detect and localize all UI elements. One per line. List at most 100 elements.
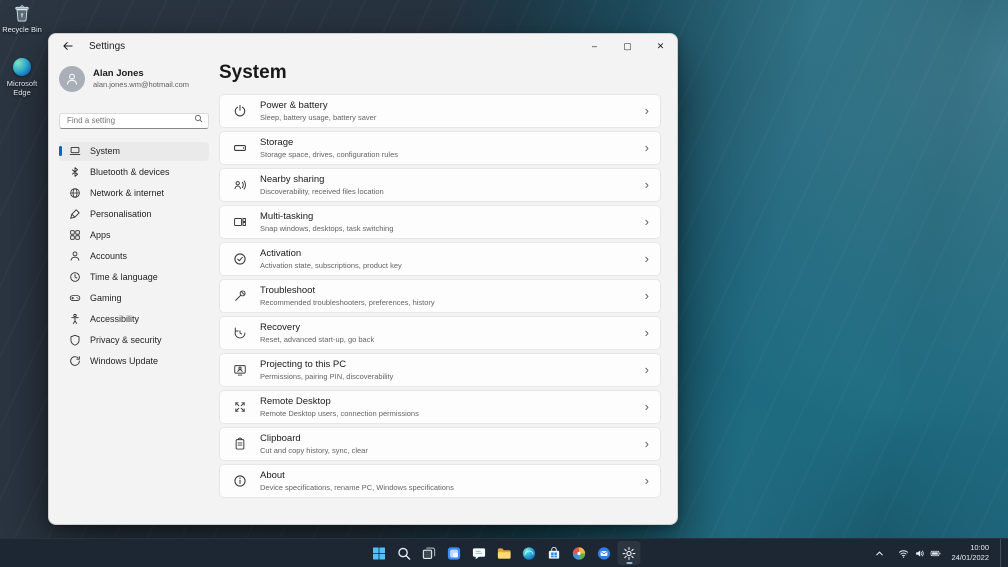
sidebar-item-label: Gaming <box>90 293 122 303</box>
card-title: Recovery <box>260 322 301 334</box>
settings-card-storage[interactable]: Storage Storage space, drives, configurat… <box>219 131 661 165</box>
card-title: Troubleshoot <box>260 285 316 297</box>
taskbar-edge-button[interactable] <box>518 541 541 565</box>
desktop-icon-recycle-bin[interactable]: Recycle Bin <box>0 3 44 34</box>
accounts-icon <box>69 250 81 262</box>
tray-status-button[interactable] <box>895 546 944 561</box>
taskbar-store-button[interactable] <box>543 541 566 565</box>
card-title: Remote Desktop <box>260 396 331 408</box>
taskbar-photos-button[interactable] <box>568 541 591 565</box>
taskbar-file-explorer-button[interactable] <box>493 541 516 565</box>
tray-date: 24/01/2022 <box>951 553 989 562</box>
sidebar-item-windows-update[interactable]: Windows Update <box>59 352 209 371</box>
about-icon <box>233 474 247 488</box>
back-button[interactable] <box>62 39 76 53</box>
settings-card-clipboard[interactable]: Clipboard Cut and copy history, sync, cle… <box>219 427 661 461</box>
show-desktop-button[interactable] <box>1000 539 1004 567</box>
card-title: About <box>260 470 285 482</box>
bluetooth-icon <box>69 166 81 178</box>
settings-card-projecting-to-this-pc[interactable]: Projecting to this PC Permissions, pairin… <box>219 353 661 387</box>
card-title: Activation <box>260 248 302 260</box>
card-title: Multi-tasking <box>260 211 314 223</box>
settings-card-list: Power & battery Sleep, battery usage, bat… <box>219 94 661 498</box>
sidebar-item-label: System <box>90 146 121 156</box>
settings-main: System Power & battery Sleep, battery usa… <box>217 58 677 524</box>
settings-card-multi-tasking[interactable]: Multi-tasking Snap windows, desktops, tas… <box>219 205 661 239</box>
chat-icon <box>472 546 487 561</box>
chevron-right-icon: › <box>644 361 649 377</box>
settings-card-activation[interactable]: Activation Activation state, subscription… <box>219 242 661 276</box>
sidebar-item-personalisation[interactable]: Personalisation <box>59 205 209 224</box>
taskbar-start-button[interactable] <box>368 541 391 565</box>
sidebar-item-accounts[interactable]: Accounts <box>59 247 209 266</box>
maximize-button[interactable]: ▢ <box>611 34 644 58</box>
sidebar-item-label: Network & internet <box>90 188 165 198</box>
volume-icon <box>914 548 925 559</box>
clipboard-icon <box>233 437 247 451</box>
taskbar-widgets-button[interactable] <box>443 541 466 565</box>
settings-card-recovery[interactable]: Recovery Reset, advanced start-up, go bac… <box>219 316 661 350</box>
settings-card-remote-desktop[interactable]: Remote Desktop Remote Desktop users, conn… <box>219 390 661 424</box>
card-subtitle: Discoverability, received files location <box>260 186 384 196</box>
sidebar-item-label: Bluetooth & devices <box>90 167 170 177</box>
sidebar-item-gaming[interactable]: Gaming <box>59 289 209 308</box>
chevron-right-icon: › <box>644 324 649 340</box>
multitasking-icon <box>233 215 247 229</box>
sidebar-item-time-and-language[interactable]: Time & language <box>59 268 209 287</box>
card-subtitle: Sleep, battery usage, battery saver <box>260 112 377 122</box>
sidebar-item-accessibility[interactable]: Accessibility <box>59 310 209 329</box>
sidebar-item-network-and-internet[interactable]: Network & internet <box>59 184 209 203</box>
desktop-icon-microsoft-edge[interactable]: Microsoft Edge <box>0 57 44 97</box>
photos-icon <box>572 546 587 561</box>
taskbar-mail-button[interactable] <box>593 541 616 565</box>
chevron-right-icon: › <box>644 176 649 192</box>
close-button[interactable]: ✕ <box>644 34 677 58</box>
settings-window: Settings – ▢ ✕ Alan Jones alan.jones.wm@… <box>48 33 678 525</box>
taskbar-settings-button[interactable] <box>617 541 641 565</box>
sidebar-item-label: Accessibility <box>90 314 140 324</box>
desktop-icon-label: Microsoft Edge <box>6 79 38 97</box>
search-input[interactable] <box>59 112 209 129</box>
recovery-icon <box>233 326 247 340</box>
minimize-button[interactable]: – <box>578 34 611 58</box>
chevron-right-icon: › <box>644 250 649 266</box>
privacy-icon <box>69 334 81 346</box>
settings-card-nearby-sharing[interactable]: Nearby sharing Discoverability, received … <box>219 168 661 202</box>
settings-card-troubleshoot[interactable]: Troubleshoot Recommended troubleshooters,… <box>219 279 661 313</box>
tray-show-hidden-icons-button[interactable] <box>871 546 888 561</box>
edge-icon <box>522 546 537 561</box>
system-icon <box>69 145 81 157</box>
user-name: Alan Jones <box>93 67 144 79</box>
battery-icon <box>930 548 941 559</box>
settings-card-about[interactable]: About Device specifications, rename PC, W… <box>219 464 661 498</box>
power-icon <box>233 104 247 118</box>
sidebar-item-system[interactable]: System <box>59 141 209 161</box>
sidebar-item-label: Time & language <box>90 272 158 282</box>
card-subtitle: Cut and copy history, sync, clear <box>260 445 368 455</box>
sidebar-item-label: Windows Update <box>90 356 159 366</box>
settings-sidebar: Alan Jones alan.jones.wm@hotmail.com Sys… <box>49 58 217 524</box>
card-title: Projecting to this PC <box>260 359 347 371</box>
store-icon <box>547 546 562 561</box>
taskbar-search-button[interactable] <box>393 541 416 565</box>
clock[interactable]: 10:00 24/01/2022 <box>951 543 993 563</box>
sidebar-item-privacy-and-security[interactable]: Privacy & security <box>59 331 209 350</box>
user-profile[interactable]: Alan Jones alan.jones.wm@hotmail.com <box>59 66 209 92</box>
sidebar-item-apps[interactable]: Apps <box>59 226 209 245</box>
task-view-icon <box>422 546 437 561</box>
sidebar-item-bluetooth-and-devices[interactable]: Bluetooth & devices <box>59 163 209 182</box>
projecting-icon <box>233 363 247 377</box>
taskbar-chat-button[interactable] <box>468 541 491 565</box>
search-box <box>59 110 209 129</box>
taskbar-task-view-button[interactable] <box>418 541 441 565</box>
remote-desktop-icon <box>233 400 247 414</box>
edge-icon <box>12 57 32 77</box>
windows-update-icon <box>69 355 81 367</box>
settings-card-power-and-battery[interactable]: Power & battery Sleep, battery usage, bat… <box>219 94 661 128</box>
taskbar-center-icons <box>368 539 641 567</box>
sidebar-item-label: Apps <box>90 230 111 240</box>
avatar <box>59 66 85 92</box>
activation-icon <box>233 252 247 266</box>
sidebar-item-label: Personalisation <box>90 209 152 219</box>
mail-icon <box>597 546 612 561</box>
